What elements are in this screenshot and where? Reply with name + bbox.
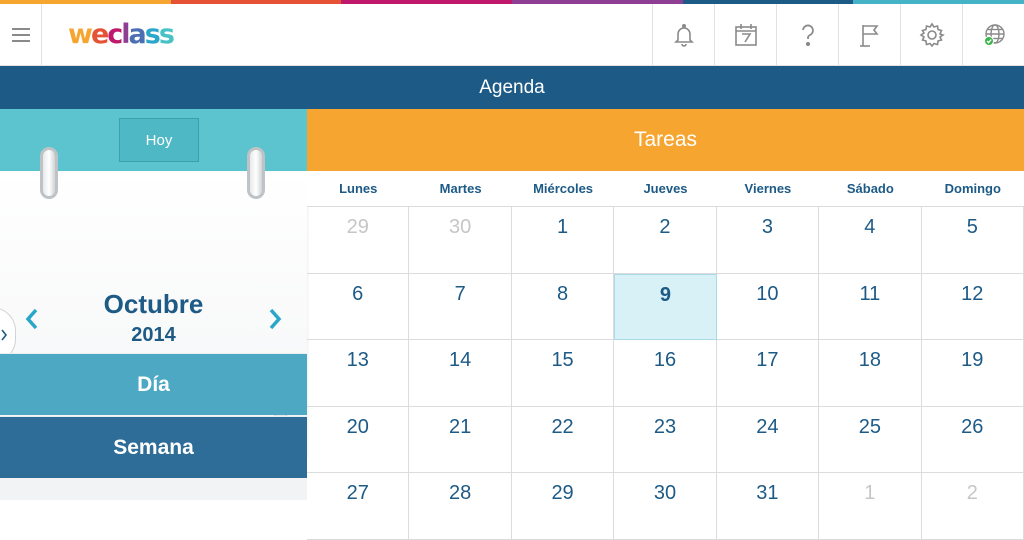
app-header: weclass (0, 4, 1024, 66)
calendar-sidebar: Hoy Octubre 2014 Día Semana (0, 109, 307, 500)
settings-button[interactable] (900, 4, 962, 66)
day-cell[interactable]: 3 (716, 207, 820, 274)
tasks-header[interactable]: Tareas (307, 109, 1024, 171)
day-cell[interactable]: 30 (409, 207, 512, 274)
weekday-label: Lunes (339, 181, 378, 196)
binder-ring-icon (40, 147, 58, 199)
weekday-label: Jueves (643, 181, 688, 196)
day-cell[interactable]: 22 (511, 406, 615, 473)
logo-letter: l (121, 19, 130, 50)
weekday-label: Martes (439, 181, 482, 196)
calendar-button[interactable] (714, 4, 776, 66)
logo-letter: s (158, 19, 175, 50)
day-cell[interactable]: 31 (716, 473, 820, 540)
day-cell[interactable]: 18 (819, 340, 922, 407)
day-cell[interactable]: 11 (819, 273, 922, 340)
weclass-logo[interactable]: weclass (68, 19, 175, 50)
day-cell[interactable]: 19 (921, 340, 1024, 407)
month-grid: 29 30 1 2 3 4 5 6 7 8 9 10 11 12 13 14 15 16 17 18 19 20 21 22 2… (307, 207, 1024, 540)
header-actions (652, 4, 1024, 66)
binder-ring-icon (247, 147, 265, 199)
menu-button[interactable] (0, 4, 42, 66)
flag-icon (859, 25, 879, 47)
calendar-7-icon (734, 24, 757, 46)
weekday-label: Sábado (846, 181, 894, 196)
day-cell[interactable]: 16 (614, 340, 717, 407)
day-cell[interactable]: 7 (409, 273, 512, 340)
day-view-button[interactable]: Día (0, 353, 307, 415)
day-cell[interactable]: 21 (409, 406, 512, 473)
chevron-right-icon (1, 329, 8, 341)
weekday-label: Viernes (744, 181, 792, 196)
globe-icon (983, 24, 1005, 46)
notifications-button[interactable] (652, 4, 714, 66)
day-cell[interactable]: 20 (307, 406, 410, 473)
day-cell[interactable]: 27 (307, 473, 410, 540)
day-cell[interactable]: 1 (819, 473, 922, 540)
day-cell[interactable]: 15 (511, 340, 615, 407)
day-cell[interactable]: 24 (716, 406, 820, 473)
day-cell[interactable]: 10 (716, 273, 820, 340)
chevron-right-icon (269, 308, 282, 330)
today-button[interactable]: Hoy (119, 118, 199, 162)
gear-icon (919, 22, 945, 48)
day-cell[interactable]: 2 (614, 207, 717, 274)
hamburger-icon (11, 28, 30, 42)
logo-letter: w (68, 19, 93, 50)
day-cell[interactable]: 5 (921, 207, 1024, 274)
day-cell[interactable]: 8 (511, 273, 615, 340)
day-cell[interactable]: 17 (716, 340, 820, 407)
day-cell[interactable]: 4 (819, 207, 922, 274)
logo-letter: s (144, 19, 161, 50)
day-cell[interactable]: 25 (819, 406, 922, 473)
day-cell[interactable]: 14 (409, 340, 512, 407)
weekday-header: Lunes Martes Miércoles Jueves Viernes Sábado D… (307, 171, 1024, 207)
day-cell[interactable]: 29 (307, 207, 410, 274)
weekday-label: Miércoles (533, 181, 594, 196)
weekday-label: Domingo (944, 181, 1001, 196)
logo-letter: c (107, 19, 123, 50)
next-month-button[interactable] (260, 301, 290, 337)
day-cell[interactable]: 30 (614, 473, 717, 540)
logo-letter: e (90, 19, 109, 50)
goals-button[interactable] (838, 4, 900, 66)
week-view-button[interactable]: Semana (0, 416, 307, 478)
day-cell[interactable]: 6 (307, 273, 410, 340)
day-cell[interactable]: 29 (511, 473, 615, 540)
day-cell-today[interactable]: 9 (614, 273, 717, 340)
help-button[interactable] (776, 4, 838, 66)
day-cell[interactable]: 26 (921, 406, 1024, 473)
page-title: Agenda (0, 66, 1024, 109)
help-icon (801, 24, 814, 47)
language-button[interactable] (962, 4, 1024, 66)
day-cell[interactable]: 1 (511, 207, 615, 274)
day-cell[interactable]: 12 (921, 273, 1024, 340)
bell-icon (673, 23, 694, 47)
logo-letter: a (128, 19, 147, 50)
day-cell[interactable]: 13 (307, 340, 410, 407)
day-cell[interactable]: 2 (921, 473, 1024, 540)
day-cell[interactable]: 23 (614, 406, 717, 473)
day-cell[interactable]: 28 (409, 473, 512, 540)
